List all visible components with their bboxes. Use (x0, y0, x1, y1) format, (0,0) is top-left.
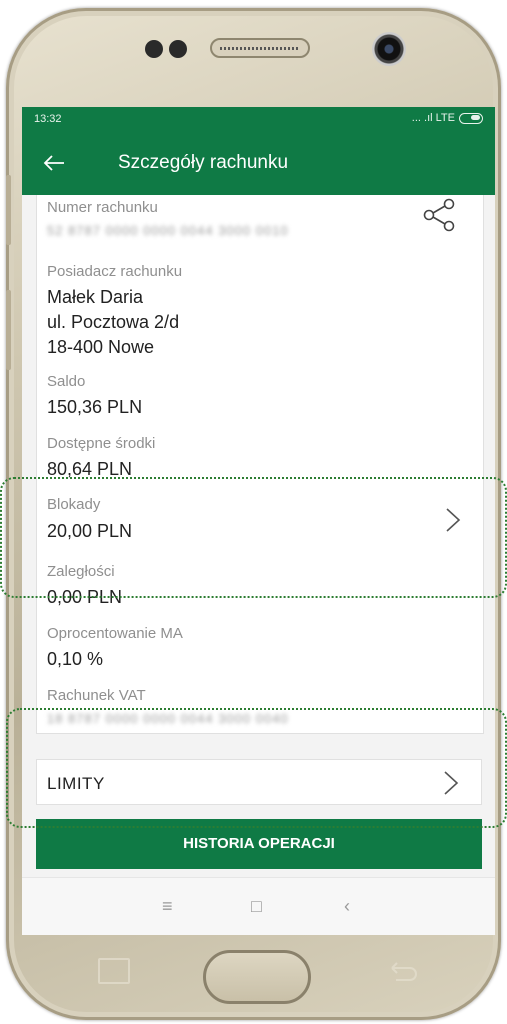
app-bar: Szczegóły rachunku (22, 131, 495, 195)
arrears-label: Zaległości (47, 563, 115, 580)
front-camera (372, 32, 406, 66)
recent-apps-key[interactable] (98, 958, 130, 984)
history-button[interactable]: HISTORIA OPERACJI (36, 819, 482, 869)
blocks-label: Blokady (47, 496, 101, 513)
account-details-card: Numer rachunku 52 8787 0000 0000 0044 30… (36, 195, 484, 734)
vat-account-value: 18 8787 0000 0000 0044 3000 0040 (47, 711, 289, 726)
battery-icon (459, 112, 483, 124)
holder-city: 18-400 Nowe (47, 337, 155, 357)
account-number-value: 52 8787 0000 0000 0044 3000 0010 (47, 223, 289, 238)
blocks-row[interactable]: Blokady 20,00 PLN (37, 491, 483, 551)
status-bar: 13:32 ... .ıl LTE (22, 107, 495, 131)
chevron-right-icon[interactable] (445, 507, 461, 533)
android-nav-bar: ≡ □ ‹ (22, 877, 495, 935)
speaker-grill (210, 38, 310, 58)
available-funds-value: 80,64 PLN (47, 459, 133, 479)
limits-label: LIMITY (47, 774, 105, 793)
vat-account-label: Rachunek VAT (47, 687, 146, 704)
home-icon[interactable]: □ (251, 896, 262, 917)
available-funds-label: Dostępne środki (47, 435, 156, 452)
account-number-label: Numer rachunku (47, 199, 158, 216)
home-button[interactable] (203, 950, 311, 1004)
interest-value: 0,10 % (47, 649, 104, 669)
interest-label: Oprocentowanie MA (47, 625, 183, 642)
back-key-icon[interactable] (386, 960, 420, 982)
balance-label: Saldo (47, 373, 86, 390)
holder-street: ul. Pocztowa 2/d (47, 312, 180, 332)
phone-screen: 13:32 ... .ıl LTE Szczegóły rachunku Num… (22, 107, 495, 935)
arrears-value: 0,00 PLN (47, 587, 123, 607)
page-title: Szczegóły rachunku (118, 152, 289, 173)
status-indicators: ... .ıl LTE (412, 112, 483, 124)
volume-button (6, 175, 11, 245)
holder-label: Posiadacz rachunku (47, 263, 183, 280)
back-nav-icon[interactable]: ‹ (344, 896, 350, 917)
limits-row[interactable]: LIMITY (36, 759, 482, 805)
back-arrow-icon[interactable] (42, 151, 66, 175)
balance-value: 150,36 PLN (47, 397, 143, 417)
menu-icon[interactable]: ≡ (162, 896, 173, 917)
network-indicator: ... .ıl LTE (411, 112, 455, 124)
status-time: 13:32 (34, 113, 62, 125)
side-key (6, 290, 11, 370)
sensor-dots (145, 40, 191, 58)
holder-name: Małek Daria (47, 287, 144, 307)
share-icon[interactable] (419, 195, 459, 235)
chevron-right-icon[interactable] (443, 770, 459, 796)
blocks-value: 20,00 PLN (47, 521, 133, 541)
